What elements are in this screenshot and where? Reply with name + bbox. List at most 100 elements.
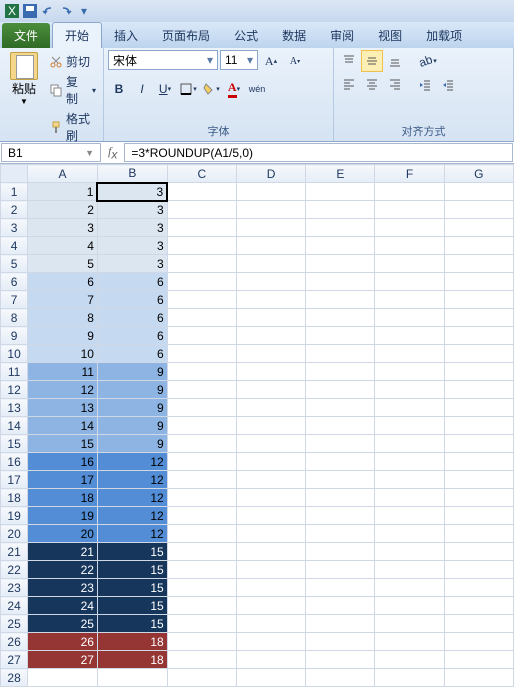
cell[interactable] — [444, 543, 513, 561]
cell[interactable] — [444, 399, 513, 417]
cell[interactable] — [375, 237, 444, 255]
cell[interactable]: 23 — [28, 579, 98, 597]
cell[interactable] — [306, 561, 375, 579]
cell[interactable] — [237, 489, 306, 507]
cell[interactable]: 6 — [97, 291, 167, 309]
cell[interactable] — [167, 417, 236, 435]
align-right-button[interactable] — [384, 73, 406, 95]
cell[interactable] — [167, 489, 236, 507]
cell[interactable]: 24 — [28, 597, 98, 615]
cell[interactable]: 6 — [97, 327, 167, 345]
cell[interactable] — [375, 183, 444, 201]
formula-bar[interactable]: =3*ROUNDUP(A1/5,0) — [124, 143, 513, 162]
cell[interactable] — [237, 615, 306, 633]
cell[interactable] — [167, 399, 236, 417]
cell[interactable]: 19 — [28, 507, 98, 525]
cell[interactable] — [444, 579, 513, 597]
cell[interactable] — [444, 219, 513, 237]
cell[interactable] — [306, 507, 375, 525]
row-header[interactable]: 2 — [1, 201, 28, 219]
tab-file[interactable]: 文件 — [2, 23, 50, 48]
cell[interactable]: 20 — [28, 525, 98, 543]
cell[interactable]: 6 — [97, 345, 167, 363]
cell[interactable] — [237, 453, 306, 471]
cell[interactable] — [237, 435, 306, 453]
cell[interactable] — [375, 489, 444, 507]
cell[interactable]: 3 — [97, 219, 167, 237]
cell[interactable]: 3 — [97, 183, 167, 201]
col-header[interactable]: F — [375, 165, 444, 183]
row-header[interactable]: 7 — [1, 291, 28, 309]
tab-home[interactable]: 开始 — [52, 22, 102, 48]
col-header[interactable]: B — [97, 165, 167, 183]
redo-icon[interactable] — [58, 3, 74, 19]
cell[interactable] — [444, 327, 513, 345]
cell[interactable] — [375, 327, 444, 345]
cell[interactable] — [167, 363, 236, 381]
row-header[interactable]: 5 — [1, 255, 28, 273]
tab-data[interactable]: 数据 — [270, 23, 318, 48]
font-color-button[interactable]: A▾ — [223, 78, 245, 100]
row-header[interactable]: 24 — [1, 597, 28, 615]
select-all-corner[interactable] — [1, 165, 28, 183]
cell[interactable]: 12 — [28, 381, 98, 399]
cell[interactable]: 6 — [28, 273, 98, 291]
cell[interactable] — [375, 633, 444, 651]
cell[interactable] — [444, 561, 513, 579]
cell[interactable] — [375, 255, 444, 273]
cell[interactable]: 15 — [28, 435, 98, 453]
row-header[interactable]: 25 — [1, 615, 28, 633]
cell[interactable] — [237, 471, 306, 489]
cell[interactable]: 9 — [97, 435, 167, 453]
cell[interactable]: 7 — [28, 291, 98, 309]
col-header[interactable]: D — [237, 165, 306, 183]
cell[interactable]: 12 — [97, 507, 167, 525]
cell[interactable] — [444, 381, 513, 399]
cell[interactable] — [306, 669, 375, 687]
cell[interactable]: 6 — [97, 273, 167, 291]
col-header[interactable]: G — [444, 165, 513, 183]
cell[interactable] — [237, 633, 306, 651]
cell[interactable] — [375, 543, 444, 561]
row-header[interactable]: 1 — [1, 183, 28, 201]
cell[interactable] — [306, 417, 375, 435]
cell[interactable] — [306, 381, 375, 399]
cell[interactable] — [237, 219, 306, 237]
cell[interactable]: 9 — [97, 363, 167, 381]
cell[interactable] — [167, 309, 236, 327]
phonetic-button[interactable]: wén — [246, 78, 268, 100]
cell[interactable] — [375, 597, 444, 615]
cell[interactable] — [167, 219, 236, 237]
cell[interactable] — [167, 651, 236, 669]
row-header[interactable]: 3 — [1, 219, 28, 237]
cell[interactable] — [237, 363, 306, 381]
row-header[interactable]: 12 — [1, 381, 28, 399]
cell[interactable]: 1 — [28, 183, 98, 201]
cell[interactable] — [167, 345, 236, 363]
cut-button[interactable]: 剪切 — [46, 52, 99, 71]
cell[interactable] — [444, 291, 513, 309]
cell[interactable] — [375, 345, 444, 363]
cell[interactable]: 5 — [28, 255, 98, 273]
name-box[interactable]: B1 ▼ — [1, 143, 101, 162]
row-header[interactable]: 19 — [1, 507, 28, 525]
cell[interactable] — [167, 381, 236, 399]
font-name-select[interactable]: 宋体▾ — [108, 50, 218, 70]
cell[interactable] — [97, 669, 167, 687]
cell[interactable] — [167, 561, 236, 579]
cell[interactable]: 4 — [28, 237, 98, 255]
align-left-button[interactable] — [338, 73, 360, 95]
cell[interactable] — [167, 327, 236, 345]
cell[interactable] — [167, 525, 236, 543]
col-header[interactable]: A — [28, 165, 98, 183]
tab-addins[interactable]: 加载项 — [414, 23, 474, 48]
cell[interactable] — [375, 669, 444, 687]
cell[interactable]: 3 — [97, 237, 167, 255]
paste-button[interactable]: 粘贴 ▼ — [4, 50, 44, 108]
row-header[interactable]: 15 — [1, 435, 28, 453]
cell[interactable] — [237, 669, 306, 687]
cell[interactable] — [237, 507, 306, 525]
cell[interactable] — [306, 309, 375, 327]
cell[interactable]: 22 — [28, 561, 98, 579]
cell[interactable] — [444, 597, 513, 615]
